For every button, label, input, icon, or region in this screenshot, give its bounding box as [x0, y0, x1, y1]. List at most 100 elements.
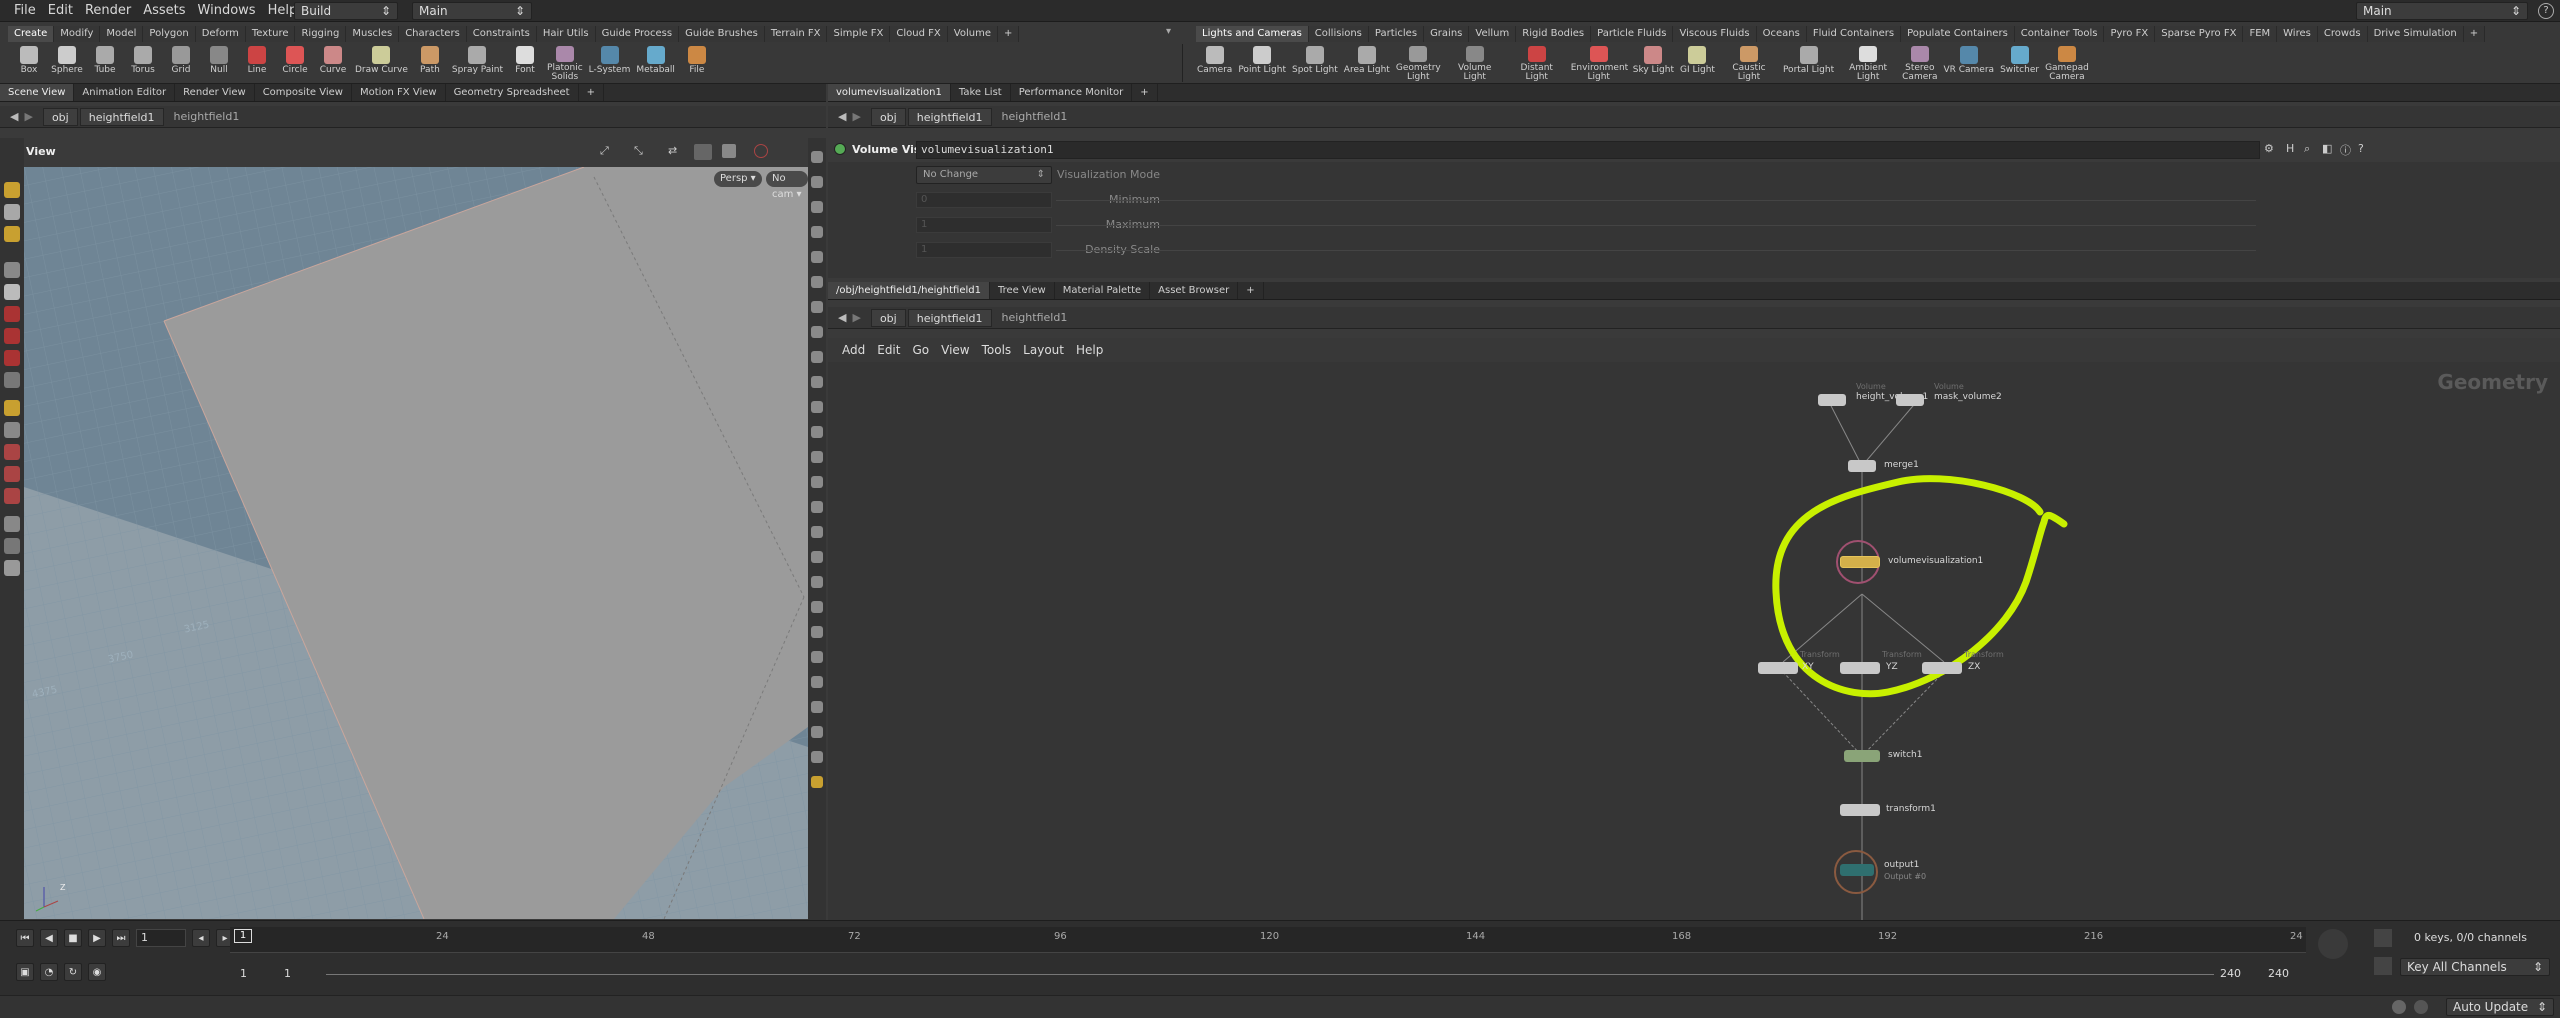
shelf-right-tool-9[interactable]: GI Light	[1677, 44, 1718, 84]
node-transform-xy[interactable]	[1758, 662, 1798, 674]
chat-icon[interactable]	[2392, 1000, 2406, 1014]
rotate-tool-icon[interactable]	[4, 328, 20, 344]
pose-tool-icon[interactable]	[4, 372, 20, 388]
shelf-left-tab-12[interactable]: Guide Brushes	[679, 26, 765, 42]
select-arrow-icon[interactable]	[4, 204, 20, 220]
back-arrow-icon[interactable]: ◀	[838, 311, 846, 324]
shelf-right-tab-13[interactable]: Sparse Pyro FX	[2155, 26, 2244, 42]
shelf-left-tab-5[interactable]: Texture	[245, 26, 296, 42]
display-option-icon[interactable]	[811, 201, 823, 213]
density-scale-field[interactable]: 1	[916, 242, 1052, 258]
scale-tool-icon[interactable]	[4, 350, 20, 366]
realtime-toggle[interactable]: ▣	[16, 963, 34, 981]
network-menu-layout[interactable]: Layout	[1017, 343, 1070, 357]
loop-toggle[interactable]: ↻	[64, 963, 82, 981]
display-option-icon[interactable]	[811, 601, 823, 613]
play-button[interactable]: ▶	[88, 929, 106, 947]
shelf-right-tab-1[interactable]: Collisions	[1308, 26, 1369, 42]
shelf-left-tab-8[interactable]: Characters	[399, 26, 467, 42]
forward-arrow-icon[interactable]: ▶	[852, 110, 860, 123]
shelf-right-tool-12[interactable]: Ambient Light	[1837, 44, 1899, 84]
shelf-right-tab-8[interactable]: Oceans	[1756, 26, 1807, 42]
shelf-right-tool-15[interactable]: Switcher	[1997, 44, 2042, 84]
snap-points-icon[interactable]	[4, 466, 20, 482]
tab-tree-view[interactable]: Tree View	[990, 282, 1055, 299]
tab-geometry-spreadsheet[interactable]: Geometry Spreadsheet	[446, 84, 579, 101]
shelf-left-tool-2[interactable]: Tube	[86, 44, 124, 84]
info-icon[interactable]: ⓘ	[2340, 142, 2351, 158]
visualization-mode-menu[interactable]: No Change ⇕	[916, 166, 1052, 184]
shelf-left-tool-12[interactable]: Font	[506, 44, 544, 84]
display-option-icon[interactable]	[811, 676, 823, 688]
shelf-left-tab-10[interactable]: Hair Utils	[536, 26, 596, 42]
back-arrow-icon[interactable]: ◀	[838, 110, 846, 123]
display-option-icon[interactable]	[811, 751, 823, 763]
display-option-icon[interactable]	[811, 401, 823, 413]
shelf-left-tool-9[interactable]: Draw Curve	[352, 44, 411, 84]
pointer-icon[interactable]	[4, 262, 20, 278]
jump-end-button[interactable]: ⏭	[112, 929, 130, 947]
lock-icon[interactable]	[4, 284, 20, 300]
shelf-right-tool-6[interactable]: Distant Light	[1506, 44, 1568, 84]
shelf-left-tab-11[interactable]: Guide Process	[595, 26, 680, 42]
update-mode-combo[interactable]: Auto Update ⇕	[2446, 998, 2554, 1016]
shelf-right-tool-5[interactable]: Volume Light	[1444, 44, 1506, 84]
playhead-frame[interactable]: 1	[234, 929, 252, 943]
key-mode-icon[interactable]	[2374, 957, 2392, 975]
add-tab-icon[interactable]: +	[1238, 282, 1264, 299]
shelf-right-tab-15[interactable]: Wires	[2277, 26, 2318, 42]
node-transform-zx[interactable]	[1922, 662, 1962, 674]
shelf-left-tool-14[interactable]: L-System	[586, 44, 634, 84]
shelf-right-tab-7[interactable]: Viscous Fluids	[1673, 26, 1757, 42]
shelf-left-tool-7[interactable]: Circle	[276, 44, 314, 84]
path-heightfield-object[interactable]: heightfield1	[907, 308, 992, 327]
shelf-right-tab-4[interactable]: Vellum	[1469, 26, 1517, 42]
refresh-icon[interactable]	[2414, 1000, 2428, 1014]
node-transform[interactable]	[1840, 804, 1880, 816]
move-tool-icon[interactable]	[4, 306, 20, 322]
display-option-icon[interactable]	[811, 451, 823, 463]
network-editor[interactable]: Geometry height_volume1 Volume mask_volu…	[828, 362, 2560, 920]
3d-viewport[interactable]: 3125 3750 4375 Z Persp ▾ No cam ▾	[24, 167, 808, 919]
display-option-icon[interactable]	[811, 626, 823, 638]
shelf-right-tab-5[interactable]: Rigid Bodies	[1516, 26, 1592, 42]
transform-icon[interactable]: ⇄	[668, 144, 684, 160]
context-combo[interactable]: Main ⇕	[412, 2, 532, 20]
shelf-left-tab-16[interactable]: Volume	[947, 26, 998, 42]
shelf-right-tool-2[interactable]: Spot Light	[1289, 44, 1341, 84]
node-output[interactable]	[1840, 864, 1874, 876]
path-obj[interactable]: obj	[42, 107, 78, 126]
shading-icon[interactable]	[722, 144, 736, 158]
display-option-icon[interactable]	[811, 726, 823, 738]
shelf-left-tab-1[interactable]: Modify	[54, 26, 101, 42]
search-icon[interactable]: ⌕	[2304, 142, 2310, 156]
minimum-field[interactable]: 0	[916, 192, 1052, 208]
display-option-icon[interactable]	[811, 176, 823, 188]
person-icon[interactable]	[4, 560, 20, 576]
prev-key-button[interactable]: ◂	[192, 929, 210, 947]
shelf-right-tab-14[interactable]: FEM	[2243, 26, 2278, 42]
main-right-combo[interactable]: Main ⇕	[2356, 2, 2528, 20]
shelf-left-tool-10[interactable]: Path	[411, 44, 449, 84]
shelf-right-tab-2[interactable]: Particles	[1368, 26, 1425, 42]
display-option-icon[interactable]	[811, 426, 823, 438]
snap-magnet-icon[interactable]	[4, 488, 20, 504]
key-mode-combo[interactable]: Key All Channels ⇕	[2400, 958, 2550, 976]
help-icon[interactable]: ?	[2538, 3, 2554, 19]
shelf-left-tool-3[interactable]: Torus	[124, 44, 162, 84]
shelf-left-tab-0[interactable]: Create	[8, 26, 55, 42]
record-icon[interactable]	[754, 144, 768, 158]
audio-icon[interactable]	[2318, 929, 2348, 959]
shelf-left-tool-1[interactable]: Sphere	[48, 44, 86, 84]
display-option-icon[interactable]	[811, 576, 823, 588]
shelf-left-tool-4[interactable]: Grid	[162, 44, 200, 84]
tab-material-palette[interactable]: Material Palette	[1055, 282, 1151, 299]
path-heightfield-object[interactable]: heightfield1	[79, 107, 164, 126]
menu-file[interactable]: File	[8, 0, 42, 22]
forward-arrow-icon[interactable]: ▶	[24, 110, 32, 123]
display-option-icon[interactable]	[811, 326, 823, 338]
shelf-right-tool-1[interactable]: Point Light	[1235, 44, 1289, 84]
shelf-left-tool-8[interactable]: Curve	[314, 44, 352, 84]
view-tool-icon[interactable]	[4, 400, 20, 416]
path-heightfield-sop[interactable]: heightfield1	[166, 108, 248, 126]
